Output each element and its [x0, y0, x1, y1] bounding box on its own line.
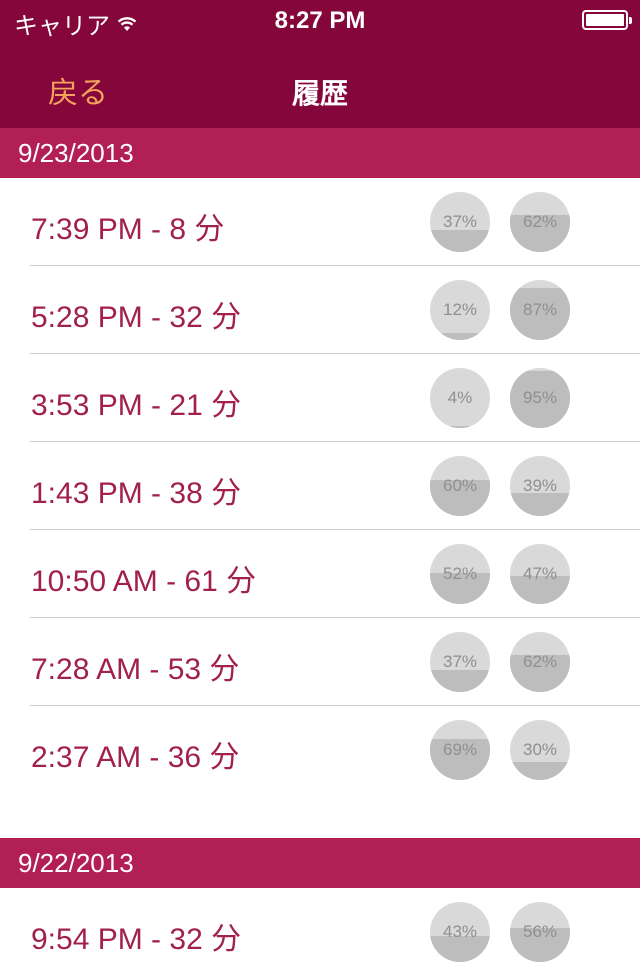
history-row[interactable]: 3:53 PM - 21 分 4% 95% — [0, 354, 640, 442]
right-percentage-gauge: 47% — [510, 544, 570, 604]
right-percentage-label: 62% — [522, 652, 558, 671]
right-percentage-gauge: 39% — [510, 456, 570, 516]
status-time: 8:27 PM — [274, 7, 366, 34]
left-percentage-label: 52% — [442, 564, 478, 583]
history-row[interactable]: 7:28 AM - 53 分 37% 62% — [0, 618, 640, 706]
left-percentage-gauge: 52% — [430, 544, 490, 604]
right-percentage-gauge: 62% — [510, 192, 570, 252]
left-percentage-label: 43% — [442, 922, 478, 941]
left-percentage-gauge: 12% — [430, 280, 490, 340]
left-percentage-label: 37% — [442, 652, 478, 671]
right-percentage-label: 56% — [522, 922, 558, 941]
battery-icon — [582, 10, 632, 30]
session-time-duration: 9:54 PM - 32 分 — [31, 923, 242, 956]
right-percentage-gauge: 95% — [510, 368, 570, 428]
status-bar: キャリア 8:27 PM — [0, 0, 640, 40]
page-title: 履歴 — [291, 78, 348, 109]
history-row[interactable]: 7:39 PM - 8 分 37% 62% — [0, 178, 640, 266]
history-row[interactable]: 1:43 PM - 38 分 60% 39% — [0, 442, 640, 530]
left-percentage-label: 69% — [442, 740, 478, 759]
right-percentage-label: 62% — [522, 212, 558, 231]
right-percentage-label: 39% — [522, 476, 558, 495]
left-percentage-gauge: 4% — [430, 368, 490, 428]
session-time-duration: 3:53 PM - 21 分 — [31, 389, 242, 422]
right-percentage-label: 47% — [522, 564, 558, 583]
left-percentage-label: 60% — [442, 476, 478, 495]
session-time-duration: 7:39 PM - 8 分 — [31, 213, 225, 246]
session-time-duration: 1:43 PM - 38 分 — [31, 477, 242, 510]
right-percentage-label: 95% — [522, 388, 558, 407]
session-time-duration: 10:50 AM - 61 分 — [31, 565, 257, 598]
left-percentage-label: 12% — [442, 300, 478, 319]
right-percentage-label: 87% — [522, 300, 558, 319]
history-row[interactable]: 2:37 AM - 36 分 69% 30% — [0, 706, 640, 794]
section-header-date: 9/23/2013 — [0, 128, 640, 178]
section-header-date: 9/22/2013 — [0, 838, 640, 888]
left-percentage-gauge: 60% — [430, 456, 490, 516]
left-percentage-label: 37% — [442, 212, 478, 231]
session-time-duration: 2:37 AM - 36 分 — [31, 741, 240, 774]
left-percentage-gauge: 37% — [430, 192, 490, 252]
navigation-bar: キャリア 8:27 PM 戻る 履歴 — [0, 0, 640, 128]
history-row[interactable]: 5:28 PM - 32 分 12% 87% — [0, 266, 640, 354]
right-percentage-label: 30% — [522, 740, 558, 759]
history-row[interactable]: 10:50 AM - 61 分 52% 47% — [0, 530, 640, 618]
left-percentage-gauge: 43% — [430, 902, 490, 962]
history-row[interactable]: 9:54 PM - 32 分 43% 56% — [0, 888, 640, 976]
right-percentage-gauge: 62% — [510, 632, 570, 692]
right-percentage-gauge: 30% — [510, 720, 570, 780]
session-time-duration: 5:28 PM - 32 分 — [31, 301, 242, 334]
right-percentage-gauge: 87% — [510, 280, 570, 340]
right-percentage-gauge: 56% — [510, 902, 570, 962]
left-percentage-label: 4% — [447, 388, 473, 407]
left-percentage-gauge: 37% — [430, 632, 490, 692]
left-percentage-gauge: 69% — [430, 720, 490, 780]
session-time-duration: 7:28 AM - 53 分 — [31, 653, 240, 686]
